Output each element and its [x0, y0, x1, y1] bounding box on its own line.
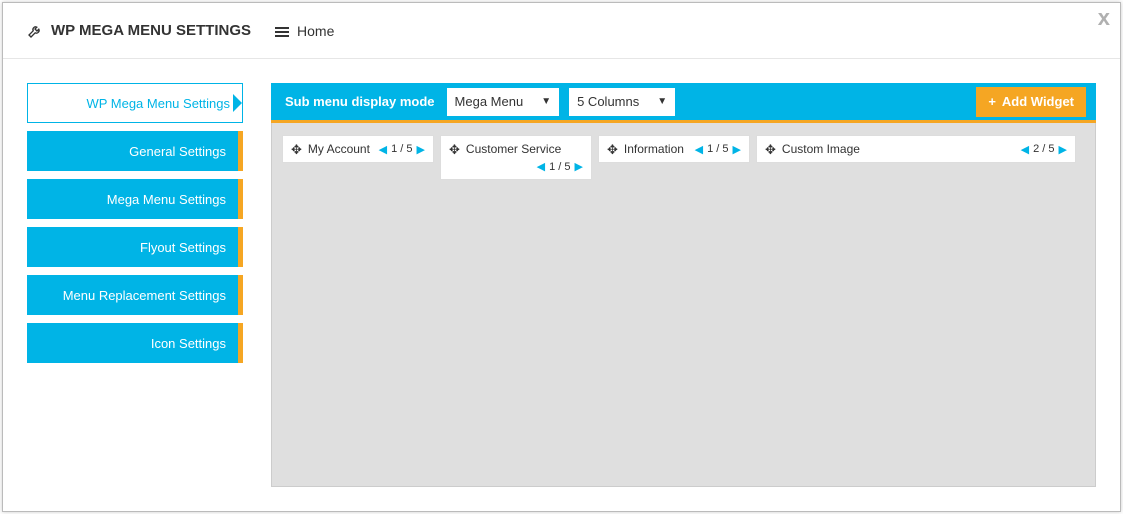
pager-value: 1 / 5 — [391, 143, 412, 155]
move-icon[interactable]: ✥ — [607, 143, 618, 156]
topbar: Sub menu display mode Mega Menu ▼ 5 Colu… — [271, 83, 1096, 123]
display-mode-label: Sub menu display mode — [281, 94, 435, 109]
pager-prev-icon[interactable]: ◀ — [379, 143, 387, 156]
widget-pager: ◀ 1 / 5 ▶ — [379, 143, 425, 156]
widget-pager: ◀ 1 / 5 ▶ — [695, 143, 741, 156]
sidebar-tab-menu-replacement-settings[interactable]: Menu Replacement Settings — [27, 275, 243, 315]
pager-value: 1 / 5 — [707, 143, 728, 155]
widget-pager: ◀ 1 / 5 ▶ — [537, 160, 583, 173]
widget-information[interactable]: ✥ Information ◀ 1 / 5 ▶ — [598, 135, 750, 163]
sidebar-tab-icon-settings[interactable]: Icon Settings — [27, 323, 243, 363]
move-icon[interactable]: ✥ — [449, 143, 460, 156]
close-button[interactable]: x — [1098, 5, 1110, 31]
columns-select[interactable]: 5 Columns ▼ — [569, 88, 675, 116]
sidebar-tab-label: Mega Menu Settings — [107, 192, 226, 207]
sidebar: WP Mega Menu Settings General Settings M… — [27, 83, 243, 487]
pager-next-icon[interactable]: ▶ — [1059, 143, 1067, 156]
move-icon[interactable]: ✥ — [291, 143, 302, 156]
sidebar-tab-mega-menu-settings[interactable]: Mega Menu Settings — [27, 179, 243, 219]
widget-pager: ◀ 2 / 5 ▶ — [1021, 143, 1067, 156]
widget-label: My Account — [308, 142, 370, 156]
add-widget-label: Add Widget — [1002, 94, 1074, 109]
sidebar-tab-label: WP Mega Menu Settings — [86, 96, 230, 111]
widget-canvas: ✥ My Account ◀ 1 / 5 ▶ ✥ Customer Servic… — [271, 123, 1096, 487]
pager-prev-icon[interactable]: ◀ — [695, 143, 703, 156]
page-title: WP MEGA MENU SETTINGS — [51, 22, 251, 39]
sidebar-tab-general-settings[interactable]: General Settings — [27, 131, 243, 171]
pager-prev-icon[interactable]: ◀ — [537, 160, 545, 173]
widget-custom-image[interactable]: ✥ Custom Image ◀ 2 / 5 ▶ — [756, 135, 1076, 163]
sidebar-tab-label: Menu Replacement Settings — [63, 288, 226, 303]
pager-next-icon[interactable]: ▶ — [417, 143, 425, 156]
menu-icon — [275, 25, 289, 37]
widget-my-account[interactable]: ✥ My Account ◀ 1 / 5 ▶ — [282, 135, 434, 163]
pager-next-icon[interactable]: ▶ — [733, 143, 741, 156]
caret-down-icon: ▼ — [657, 96, 667, 107]
select-value: 5 Columns — [577, 94, 639, 109]
add-widget-button[interactable]: + Add Widget — [976, 87, 1086, 117]
caret-down-icon: ▼ — [541, 96, 551, 107]
sidebar-tab-label: Icon Settings — [151, 336, 226, 351]
plus-icon: + — [988, 94, 996, 109]
display-mode-select[interactable]: Mega Menu ▼ — [447, 88, 560, 116]
widget-label: Information — [624, 142, 684, 156]
sidebar-tab-label: Flyout Settings — [140, 240, 226, 255]
breadcrumb-home[interactable]: Home — [275, 23, 334, 39]
sidebar-tab-wp-mega-menu-settings[interactable]: WP Mega Menu Settings — [27, 83, 243, 123]
wrench-icon — [27, 23, 43, 39]
move-icon[interactable]: ✥ — [765, 143, 776, 156]
breadcrumb-home-label: Home — [297, 23, 334, 39]
widget-customer-service[interactable]: ✥ Customer Service ◀ 1 / 5 ▶ — [440, 135, 592, 180]
widget-label: Customer Service — [466, 142, 561, 156]
main-panel: Sub menu display mode Mega Menu ▼ 5 Colu… — [271, 83, 1096, 487]
header: WP MEGA MENU SETTINGS Home — [3, 3, 1120, 59]
sidebar-tab-flyout-settings[interactable]: Flyout Settings — [27, 227, 243, 267]
select-value: Mega Menu — [455, 94, 524, 109]
pager-next-icon[interactable]: ▶ — [575, 160, 583, 173]
pager-prev-icon[interactable]: ◀ — [1021, 143, 1029, 156]
sidebar-tab-label: General Settings — [129, 144, 226, 159]
widget-label: Custom Image — [782, 142, 860, 156]
pager-value: 1 / 5 — [549, 161, 570, 173]
pager-value: 2 / 5 — [1033, 143, 1054, 155]
